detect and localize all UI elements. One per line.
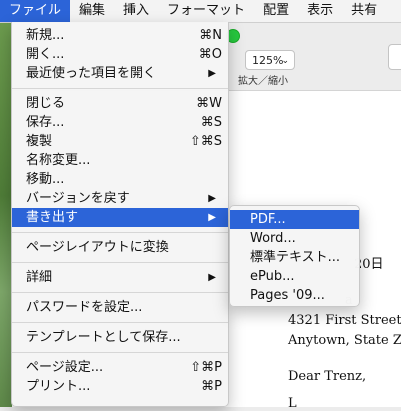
menu-item-label: 最近使った項目を開く [26, 66, 157, 81]
menubar-insert[interactable]: 挿入 [114, 0, 158, 22]
zoom-label: 拡大／縮小 [238, 76, 288, 87]
menubar-view[interactable]: 表示 [298, 0, 342, 22]
submenu-arrow-icon: ▶ [208, 212, 216, 223]
menu-separator [12, 262, 228, 263]
menu-shortcut: ⌘O [198, 47, 222, 62]
doc-city: Anytown, State ZI [288, 333, 401, 348]
submenu-item-word[interactable]: Word... [230, 229, 359, 248]
menubar-file[interactable]: ファイル [0, 0, 71, 22]
menu-item-label: ページ設定... [26, 360, 104, 375]
menu-item-label: 移動... [26, 172, 65, 187]
menu-shortcut: ⇧⌘P [190, 360, 222, 375]
submenu-arrow-icon: ▶ [208, 272, 216, 283]
zoom-value: 125% [252, 54, 284, 67]
menu-item-label: ページレイアウトに変換 [26, 240, 169, 255]
export-submenu: PDF... Word... 標準テキスト... ePub... Pages '… [229, 205, 360, 307]
doc-street: 4321 First Street [288, 313, 401, 328]
menu-item-label: 書き出す [26, 210, 79, 225]
menu-item-open-recent[interactable]: 最近使った項目を開く ▶ [12, 64, 228, 83]
menu-shortcut: ⌘W [196, 96, 222, 111]
menu-item-label: 開く... [26, 47, 65, 62]
menu-item-page-setup[interactable]: ページ設定... ⇧⌘P [12, 358, 228, 377]
menu-item-label: プリント... [26, 379, 91, 394]
menubar-edit[interactable]: 編集 [70, 0, 114, 22]
menubar-share[interactable]: 共有 [342, 0, 386, 22]
menu-item-advanced[interactable]: 詳細 ▶ [12, 268, 228, 287]
menu-bar: ファイル 編集 挿入 フォーマット 配置 表示 共有 [0, 0, 401, 23]
menu-separator [12, 88, 228, 89]
zoom-select[interactable]: 125% ⌄ [245, 50, 295, 70]
menubar-format[interactable]: フォーマット [158, 0, 254, 22]
menu-item-move[interactable]: 移動... [12, 170, 228, 189]
menu-item-label: 新規... [26, 28, 65, 43]
submenu-item-pages09[interactable]: Pages '09... [230, 286, 359, 305]
menu-item-label: 名称変更... [26, 153, 91, 168]
menu-item-save-as-template[interactable]: テンプレートとして保存... [12, 328, 228, 347]
menu-item-export[interactable]: 書き出す ▶ [12, 208, 228, 227]
menu-shortcut: ⌘S [200, 115, 222, 130]
menu-item-set-password[interactable]: パスワードを設定... [12, 298, 228, 317]
menu-item-label: 閉じる [26, 96, 66, 111]
file-menu: 新規... ⌘N 開く... ⌘O 最近使った項目を開く ▶ 閉じる ⌘W 保存… [11, 22, 229, 407]
menu-separator [12, 352, 228, 353]
menu-item-rename[interactable]: 名称変更... [12, 151, 228, 170]
menu-item-convert-page-layout[interactable]: ページレイアウトに変換 [12, 238, 228, 257]
submenu-arrow-icon: ▶ [208, 68, 216, 79]
menu-item-label: バージョンを戻す [26, 191, 130, 206]
menu-item-label: 複製 [26, 134, 53, 149]
menu-item-duplicate[interactable]: 複製 ⇧⌘S [12, 132, 228, 151]
doc-greeting: Dear Trenz, [288, 369, 367, 384]
submenu-item-plain-text[interactable]: 標準テキスト... [230, 248, 359, 267]
menu-separator [12, 292, 228, 293]
menubar-arrange[interactable]: 配置 [254, 0, 298, 22]
menu-shortcut: ⌘N [199, 28, 222, 43]
menu-shortcut: ⇧⌘S [189, 134, 222, 149]
menu-item-label: テンプレートとして保存... [26, 330, 181, 345]
chevron-down-icon: ⌄ [281, 56, 289, 66]
toolbar-button[interactable] [388, 44, 401, 70]
menu-item-label: 詳細 [26, 270, 53, 285]
menu-item-label: 保存... [26, 115, 65, 130]
menu-item-open[interactable]: 開く... ⌘O [12, 45, 228, 64]
submenu-item-epub[interactable]: ePub... [230, 267, 359, 286]
menu-item-revert[interactable]: バージョンを戻す ▶ [12, 189, 228, 208]
menu-item-close[interactable]: 閉じる ⌘W [12, 94, 228, 113]
doc-body: L [288, 396, 297, 411]
submenu-item-pdf[interactable]: PDF... [230, 210, 359, 229]
menu-shortcut: ⌘P [201, 379, 222, 394]
menu-separator [12, 322, 228, 323]
menu-item-save[interactable]: 保存... ⌘S [12, 113, 228, 132]
menu-separator [12, 232, 228, 233]
submenu-arrow-icon: ▶ [208, 193, 216, 204]
menu-item-label: パスワードを設定... [26, 300, 143, 315]
menu-item-new[interactable]: 新規... ⌘N [12, 26, 228, 45]
menu-item-print[interactable]: プリント... ⌘P [12, 377, 228, 396]
